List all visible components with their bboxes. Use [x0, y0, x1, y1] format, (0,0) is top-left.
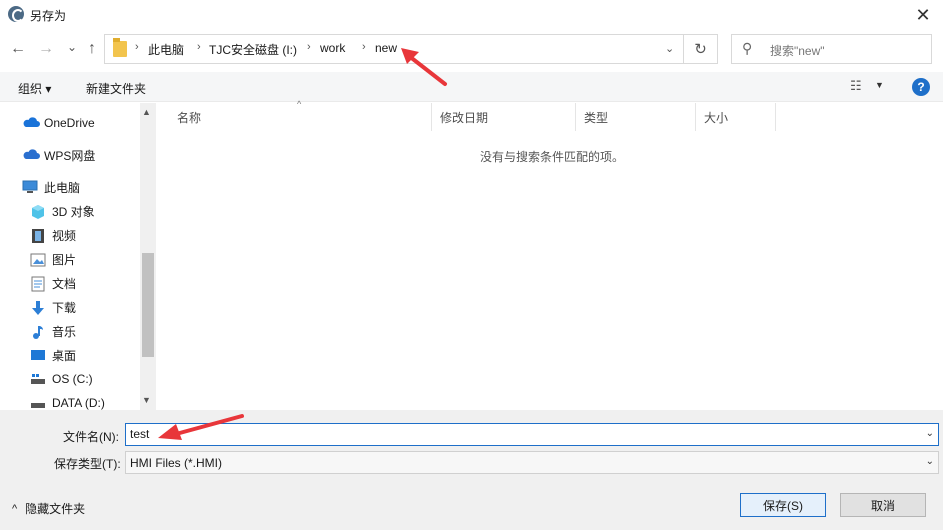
- back-arrow-icon[interactable]: ←: [8, 38, 28, 60]
- filetype-select[interactable]: HMI Files (*.HMI) ⌄: [125, 451, 939, 474]
- organize-menu-button[interactable]: 组织 ▾: [18, 80, 51, 97]
- breadcrumb-separator: ›: [362, 41, 366, 53]
- breadcrumb-work[interactable]: work: [320, 41, 345, 55]
- sidebar-item-pictures[interactable]: 图片: [0, 247, 140, 271]
- sidebar-item-onedrive[interactable]: OneDrive: [0, 111, 140, 135]
- sidebar-item-label: DATA (D:): [52, 396, 105, 410]
- sidebar-item-label: WPS网盘: [44, 148, 96, 163]
- close-button[interactable]: ✕: [903, 0, 943, 30]
- window-title: 另存为: [30, 9, 67, 23]
- drive-icon: [30, 372, 46, 386]
- cancel-button[interactable]: 取消: [840, 493, 926, 517]
- desktop-icon: [30, 348, 46, 362]
- filetype-label: 保存类型(T):: [54, 457, 121, 471]
- sidebar-item-videos[interactable]: 视频: [0, 223, 140, 247]
- sidebar-item-label: 桌面: [52, 348, 77, 363]
- sidebar-scrollbar[interactable]: ▲ ▼: [140, 103, 156, 410]
- save-options-panel: 文件名(N): test ⌄ 保存类型(T): HMI Files (*.HMI…: [0, 410, 943, 530]
- file-list: ^ 名称 修改日期 类型 大小 没有与搜索条件匹配的项。: [157, 99, 943, 410]
- sidebar-item-label: OneDrive: [44, 116, 95, 130]
- recent-locations-chevron-icon[interactable]: ⌄: [62, 36, 82, 58]
- search-icon: ⚲: [742, 40, 753, 56]
- sidebar-item-desktop[interactable]: 桌面: [0, 343, 140, 367]
- drive-icon: [30, 396, 46, 410]
- breadcrumb-separator: ›: [197, 41, 201, 53]
- refresh-icon[interactable]: ↻: [684, 34, 718, 64]
- address-dropdown-icon[interactable]: ⌄: [665, 42, 674, 55]
- music-icon: [30, 324, 46, 339]
- column-header-type[interactable]: 类型: [576, 103, 696, 131]
- download-icon: [30, 300, 46, 315]
- breadcrumb-separator: ›: [135, 41, 139, 53]
- picture-icon: [30, 252, 46, 267]
- sidebar-item-label: 此电脑: [44, 180, 81, 195]
- document-icon: [30, 276, 46, 292]
- up-arrow-icon[interactable]: ↑: [82, 38, 102, 60]
- breadcrumb-drive[interactable]: TJC安全磁盘 (I:): [209, 41, 297, 58]
- address-bar[interactable]: › 此电脑 › TJC安全磁盘 (I:) › work › new ⌄: [104, 34, 684, 64]
- save-button[interactable]: 保存(S): [740, 493, 826, 517]
- new-folder-button[interactable]: 新建文件夹: [86, 80, 146, 97]
- forward-arrow-icon[interactable]: →: [36, 38, 56, 60]
- breadcrumb-separator: ›: [307, 41, 311, 53]
- sidebar-item-label: OS (C:): [52, 372, 93, 386]
- cloud-icon: [22, 148, 40, 162]
- filename-dropdown-icon[interactable]: ⌄: [926, 428, 934, 439]
- breadcrumb-this-pc[interactable]: 此电脑: [148, 41, 184, 58]
- cube-icon: [30, 204, 46, 219]
- view-dropdown-icon[interactable]: ▼: [875, 80, 884, 90]
- breadcrumb-new[interactable]: new: [375, 41, 397, 55]
- scroll-up-icon[interactable]: ▲: [142, 107, 151, 117]
- sidebar-item-label: 3D 对象: [52, 204, 95, 219]
- search-input[interactable]: ⚲ 搜索"new": [731, 34, 932, 64]
- filename-input[interactable]: test ⌄: [125, 423, 939, 446]
- sidebar-item-label: 视频: [52, 228, 77, 243]
- filetype-value: HMI Files (*.HMI): [130, 456, 222, 470]
- command-toolbar: 组织 ▾ 新建文件夹 ☷ ▼ ?: [0, 72, 943, 102]
- folder-icon: [113, 38, 127, 57]
- title-bar: 另存为 ✕: [0, 0, 943, 30]
- sidebar-item-drive-d[interactable]: DATA (D:): [0, 391, 140, 410]
- navigation-pane: OneDrive WPS网盘 此电脑 3D 对象 视频 图片 文档 下载 音乐 …: [0, 103, 156, 410]
- sidebar-item-this-pc[interactable]: 此电脑: [0, 175, 140, 199]
- column-header-modified[interactable]: 修改日期: [432, 103, 576, 131]
- filetype-dropdown-icon[interactable]: ⌄: [926, 456, 934, 467]
- scrollbar-thumb[interactable]: [142, 253, 154, 357]
- sidebar-item-3d-objects[interactable]: 3D 对象: [0, 199, 140, 223]
- empty-results-message: 没有与搜索条件匹配的项。: [480, 150, 625, 164]
- sidebar-item-label: 文档: [52, 276, 77, 291]
- film-icon: [30, 228, 46, 243]
- search-placeholder: 搜索"new": [770, 44, 825, 58]
- sidebar-item-drive-c[interactable]: OS (C:): [0, 367, 140, 391]
- hide-folders-toggle[interactable]: ^ 隐藏文件夹: [12, 500, 85, 517]
- column-header-size[interactable]: 大小: [696, 103, 776, 131]
- view-options-icon[interactable]: ☷: [850, 78, 862, 94]
- sidebar-item-documents[interactable]: 文档: [0, 271, 140, 295]
- help-icon[interactable]: ?: [912, 78, 930, 96]
- filename-label: 文件名(N):: [63, 430, 119, 444]
- chevron-up-icon: ^: [12, 502, 18, 515]
- sidebar-item-label: 下载: [52, 300, 77, 315]
- sidebar-item-wps[interactable]: WPS网盘: [0, 143, 140, 167]
- app-icon: [8, 6, 24, 22]
- computer-icon: [22, 180, 38, 194]
- sidebar-item-label: 音乐: [52, 324, 77, 339]
- scroll-down-icon[interactable]: ▼: [142, 395, 151, 405]
- sidebar-item-music[interactable]: 音乐: [0, 319, 140, 343]
- sidebar-item-downloads[interactable]: 下载: [0, 295, 140, 319]
- column-header-name[interactable]: 名称: [169, 103, 432, 131]
- filename-value: test: [130, 427, 150, 441]
- sidebar-item-label: 图片: [52, 252, 77, 267]
- hide-folders-label: 隐藏文件夹: [25, 502, 86, 516]
- cloud-icon: [22, 116, 40, 130]
